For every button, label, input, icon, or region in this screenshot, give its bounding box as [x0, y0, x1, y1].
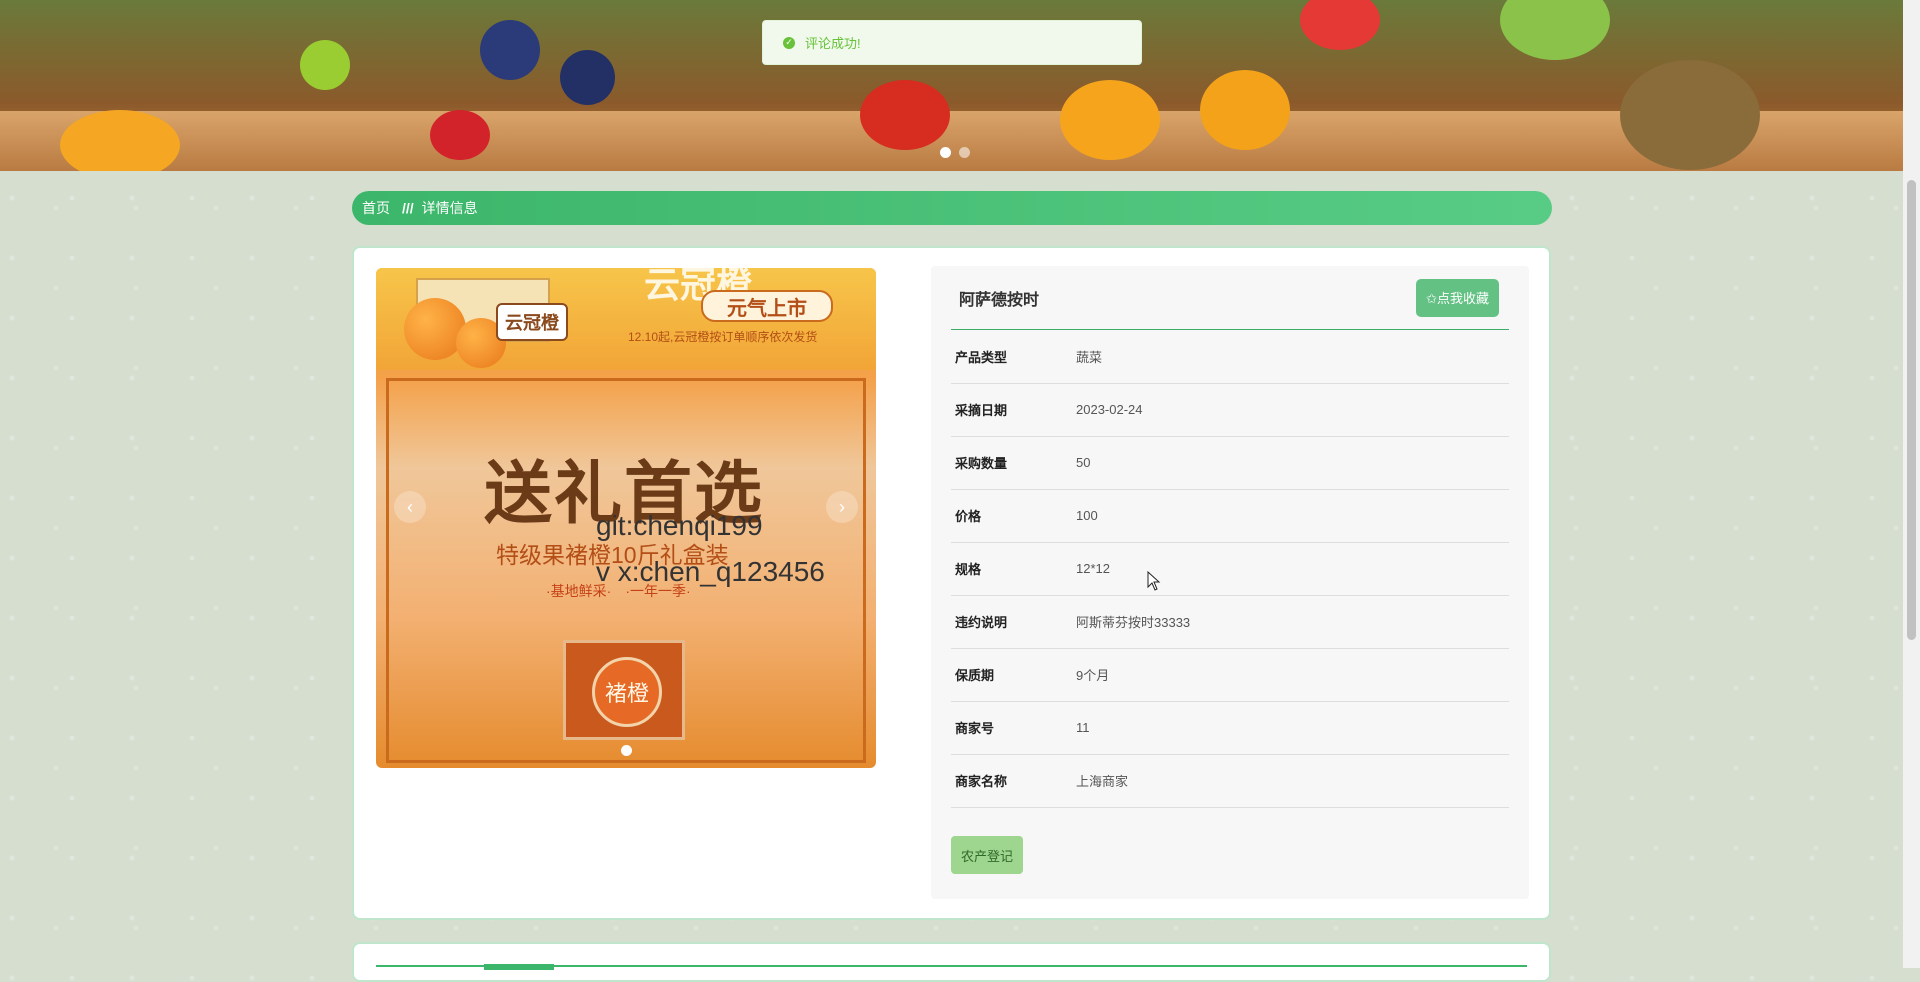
banner-fruit: [1200, 70, 1290, 150]
field-label: 保质期: [955, 668, 995, 683]
info-row-merchant-name: 商家名称 上海商家: [951, 754, 1509, 808]
toast-message: 评论成功!: [805, 36, 861, 51]
field-value: 100: [1076, 508, 1098, 523]
comments-card: [352, 942, 1551, 982]
product-info-panel: 阿萨德按时 ✩点我收藏 产品类型 蔬菜 采摘日期 2023-02-24 采购数量…: [931, 266, 1529, 899]
info-row-breach: 违约说明 阿斯蒂芬按时33333: [951, 595, 1509, 649]
product-name: 阿萨德按时: [959, 291, 1040, 309]
field-value: 蔬菜: [1076, 350, 1103, 365]
product-header: 阿萨德按时 ✩点我收藏: [951, 266, 1509, 330]
field-label: 商家号: [955, 721, 995, 736]
success-toast: ✓ 评论成功!: [762, 20, 1142, 65]
field-value: 上海商家: [1076, 774, 1129, 789]
image-subtitle-2: ·基地鲜采· ·一年一季·: [546, 583, 691, 599]
product-image-carousel[interactable]: 云冠橙 云冠橙 元气上市 12.10起,云冠橙按订单顺序依次发货 送礼首选 特级…: [376, 268, 876, 768]
field-label: 商家名称: [955, 774, 1008, 789]
field-value: 阿斯蒂芬按时33333: [1076, 615, 1191, 630]
banner-fruit: [1300, 0, 1380, 50]
field-value: 11: [1076, 720, 1090, 735]
banner-fruit: [430, 110, 490, 160]
image-date-note: 12.10起,云冠橙按订单顺序依次发货: [628, 330, 818, 344]
banner-fruit: [1500, 0, 1610, 60]
banner-fruit: [1620, 60, 1760, 170]
banner-indicator[interactable]: [959, 147, 970, 158]
info-row-quantity: 采购数量 50: [951, 436, 1509, 490]
banner-indicators: [940, 147, 970, 158]
banner-fruit: [60, 110, 180, 171]
watermark-git: git:chenqi199: [596, 510, 763, 541]
banner-fruit: [1060, 80, 1160, 160]
breadcrumb: 首页 /// 详情信息: [352, 191, 1552, 225]
gift-box-label: 褚橙: [592, 657, 662, 727]
field-label: 采摘日期: [955, 403, 1008, 418]
info-row-pick-date: 采摘日期 2023-02-24: [951, 383, 1509, 437]
chevron-left-icon[interactable]: ‹: [394, 491, 426, 523]
field-label: 违约说明: [955, 615, 1008, 630]
banner-fruit: [860, 80, 950, 150]
check-circle-icon: ✓: [783, 36, 795, 49]
banner-fruit: [300, 40, 350, 90]
info-row-type: 产品类型 蔬菜: [951, 330, 1509, 384]
field-label: 采购数量: [955, 456, 1008, 471]
banner-fruit: [560, 50, 615, 105]
favorite-button[interactable]: ✩点我收藏: [1416, 278, 1499, 317]
page-scrollbar[interactable]: [1903, 0, 1920, 968]
product-detail-card: 云冠橙 云冠橙 元气上市 12.10起,云冠橙按订单顺序依次发货 送礼首选 特级…: [352, 246, 1551, 920]
breadcrumb-separator: ///: [402, 200, 414, 216]
chevron-right-icon[interactable]: ›: [826, 491, 858, 523]
field-value: 12*12: [1076, 561, 1110, 576]
info-row-merchant-id: 商家号 11: [951, 701, 1509, 755]
banner-table: [0, 111, 1903, 171]
banner-indicator[interactable]: [940, 147, 951, 158]
mouse-cursor-icon: [1147, 571, 1161, 591]
breadcrumb-current: 详情信息: [421, 200, 478, 216]
field-label: 产品类型: [955, 350, 1008, 365]
info-row-shelf-life: 保质期 9个月: [951, 648, 1509, 702]
field-label: 价格: [955, 509, 982, 524]
field-label: 规格: [955, 562, 982, 577]
field-value: 9个月: [1076, 668, 1110, 683]
image-tag: 元气上市: [701, 290, 833, 322]
scrollbar-thumb[interactable]: [1907, 180, 1916, 640]
package-label: 云冠橙: [496, 303, 568, 341]
field-value: 2023-02-24: [1076, 402, 1143, 417]
active-tab-indicator[interactable]: [484, 964, 554, 970]
banner-fruit: [480, 20, 540, 80]
register-button[interactable]: 农产登记: [951, 836, 1024, 874]
breadcrumb-home[interactable]: 首页: [362, 198, 390, 218]
gift-box-graphic: 褚橙: [563, 640, 685, 740]
field-value: 50: [1076, 455, 1091, 470]
info-row-price: 价格 100: [951, 489, 1509, 543]
carousel-indicator[interactable]: [621, 745, 632, 756]
info-row-spec: 规格 12*12: [951, 542, 1509, 596]
